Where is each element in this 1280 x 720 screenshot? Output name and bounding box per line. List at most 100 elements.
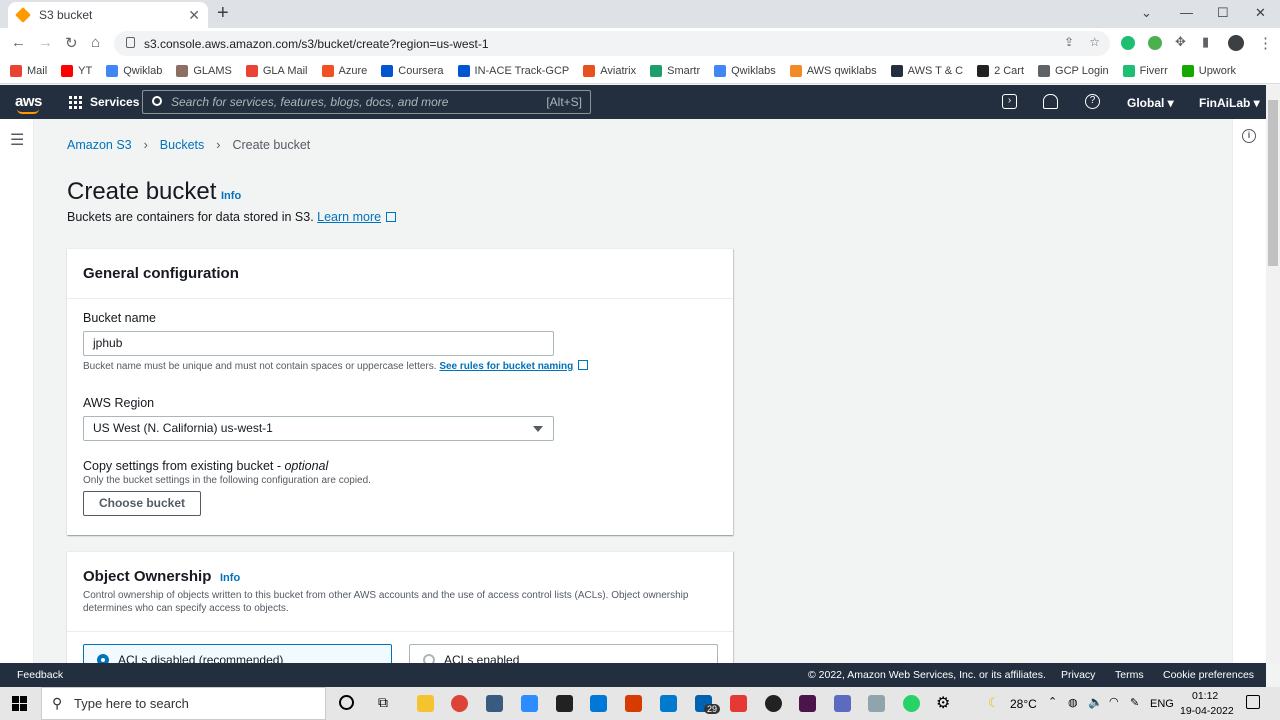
region-selector[interactable]: Global ▾ (1127, 96, 1174, 110)
pen-icon[interactable]: ✎ (1130, 696, 1139, 709)
search-icon (152, 96, 162, 106)
bookmark-item[interactable]: Qwiklab (106, 64, 162, 77)
bookmark-item[interactable]: Mail (10, 64, 47, 77)
bookmark-item[interactable]: 2 Cart (977, 64, 1024, 77)
back-icon[interactable]: ← (11, 34, 26, 51)
feedback-link[interactable]: Feedback (17, 669, 63, 681)
close-tab-icon[interactable]: ✕ (188, 7, 200, 24)
minimize-button[interactable]: — (1180, 5, 1193, 20)
store-icon[interactable] (590, 695, 607, 712)
settings-gear-icon[interactable]: ⚙ (936, 693, 950, 713)
aws-search-input[interactable]: Search for services, features, blogs, do… (142, 90, 591, 114)
bookmark-item[interactable]: IN-ACE Track-GCP (457, 64, 569, 77)
info-link[interactable]: Info (221, 190, 241, 202)
bookmark-item[interactable]: GLA Mail (245, 64, 308, 77)
breadcrumb-amazon-s3[interactable]: Amazon S3 (67, 138, 132, 152)
services-menu-button[interactable]: Services (69, 95, 139, 109)
acls-disabled-radio[interactable]: ACLs disabled (recommended) (83, 644, 392, 663)
chrome-icon[interactable] (451, 695, 468, 712)
help-icon[interactable]: ? (1085, 94, 1100, 109)
bookmark-item[interactable]: Qwiklabs (714, 64, 776, 77)
bucket-naming-rules-link[interactable]: See rules for bucket naming (439, 361, 573, 372)
scrollbar-thumb[interactable] (1268, 100, 1278, 266)
bookmark-item[interactable]: GCP Login (1038, 64, 1109, 77)
browser-tab[interactable]: S3 bucket ✕ (8, 2, 208, 28)
aws-region-select[interactable]: US West (N. California) us-west-1 (83, 416, 554, 441)
obs-icon[interactable] (765, 695, 782, 712)
tab-search-icon[interactable]: ⌄ (1141, 5, 1152, 21)
bookmark-item[interactable]: Upwork (1181, 64, 1236, 77)
slack-icon[interactable] (799, 695, 816, 712)
terminal-icon[interactable] (556, 695, 573, 712)
bookmark-item[interactable]: AWS T & C (890, 64, 963, 77)
right-help-panel (1232, 119, 1266, 663)
reload-icon[interactable]: ↻ (65, 34, 78, 52)
notifications-icon[interactable] (1246, 695, 1260, 709)
bucket-name-input[interactable]: jphub (83, 331, 554, 356)
chevron-right-icon: › (143, 138, 148, 152)
virtualbox-icon[interactable] (486, 695, 503, 712)
hamburger-menu-icon[interactable]: ☰ (10, 130, 24, 150)
clock-date[interactable]: 19-04-2022 (1180, 705, 1234, 717)
office-icon[interactable] (625, 695, 642, 712)
vscode-icon[interactable] (660, 695, 677, 712)
extension-icon[interactable] (1148, 36, 1162, 50)
tray-chevron-icon[interactable]: ⌃ (1048, 695, 1057, 708)
bookmark-star-icon[interactable]: ☆ (1089, 35, 1100, 49)
terms-link[interactable]: Terms (1115, 669, 1144, 681)
learn-more-link[interactable]: Learn more (317, 210, 381, 224)
copy-settings-hint: Only the bucket settings in the followin… (83, 475, 371, 486)
bell-icon[interactable] (1043, 94, 1058, 109)
extension-icon[interactable] (1121, 36, 1135, 50)
bookmark-item[interactable]: GLAMS (176, 64, 232, 77)
bookmark-item[interactable]: YT (61, 64, 92, 77)
bookmark-item[interactable]: Azure (321, 64, 367, 77)
bookmark-favicon-icon (1122, 64, 1135, 77)
puzzle-icon[interactable]: ✥ (1175, 34, 1186, 50)
windows-start-icon[interactable] (12, 696, 27, 711)
menu-icon[interactable]: ⋮ (1258, 34, 1273, 52)
clock-time[interactable]: 01:12 (1192, 690, 1218, 702)
home-icon[interactable]: ⌂ (91, 34, 100, 51)
task-view-icon[interactable]: ⧉ (378, 694, 388, 711)
url-bar[interactable]: s3.console.aws.amazon.com/s3/bucket/crea… (114, 31, 1110, 56)
acls-enabled-radio[interactable]: ACLs enabled (409, 644, 718, 663)
cortana-icon[interactable] (339, 695, 354, 710)
share-icon[interactable]: ⇪ (1064, 35, 1074, 49)
volume-icon[interactable]: 🔈 (1088, 695, 1103, 709)
file-explorer-icon[interactable] (417, 695, 434, 712)
app-icon[interactable] (834, 695, 851, 712)
close-window-button[interactable]: ✕ (1255, 5, 1266, 21)
maximize-button[interactable]: ☐ (1217, 5, 1229, 21)
new-tab-button[interactable]: + (217, 3, 229, 23)
bookmark-item[interactable]: Aviatrix (583, 64, 636, 77)
cookie-preferences-link[interactable]: Cookie preferences (1163, 669, 1254, 681)
bookmark-item[interactable]: Smartr (650, 64, 700, 77)
weather-text[interactable]: 28°C (1010, 697, 1037, 711)
bookmark-item[interactable]: AWS qwiklabs (789, 64, 877, 77)
language-indicator[interactable]: ENG (1150, 698, 1174, 710)
network-icon[interactable]: ◍ (1068, 696, 1078, 709)
choose-bucket-button[interactable]: Choose bucket (83, 491, 201, 516)
whatsapp-icon[interactable] (903, 695, 920, 712)
zoom-icon[interactable] (521, 695, 538, 712)
aws-logo[interactable]: aws (15, 93, 42, 114)
info-link[interactable]: Info (220, 572, 240, 584)
bucket-name-label: Bucket name (83, 311, 156, 325)
sidepanel-icon[interactable]: ▮ (1202, 34, 1209, 50)
taskbar-search-input[interactable]: ⚲ Type here to search (41, 687, 326, 720)
lock-icon[interactable] (126, 37, 135, 48)
app-icon[interactable] (868, 695, 885, 712)
forward-icon[interactable]: → (38, 34, 53, 51)
wifi-icon[interactable]: ◠ (1109, 695, 1119, 708)
cloudshell-icon[interactable]: › (1002, 94, 1017, 109)
info-icon[interactable]: i (1242, 129, 1256, 143)
breadcrumb-buckets[interactable]: Buckets (160, 138, 204, 152)
page-title: Create bucket (67, 178, 217, 205)
bookmark-item[interactable]: Coursera (381, 64, 444, 77)
bookmark-item[interactable]: Fiverr (1122, 64, 1168, 77)
wps-icon[interactable] (730, 695, 747, 712)
account-menu[interactable]: FinAiLab ▾ (1199, 96, 1260, 110)
profile-avatar[interactable] (1228, 35, 1244, 51)
privacy-link[interactable]: Privacy (1061, 669, 1095, 681)
